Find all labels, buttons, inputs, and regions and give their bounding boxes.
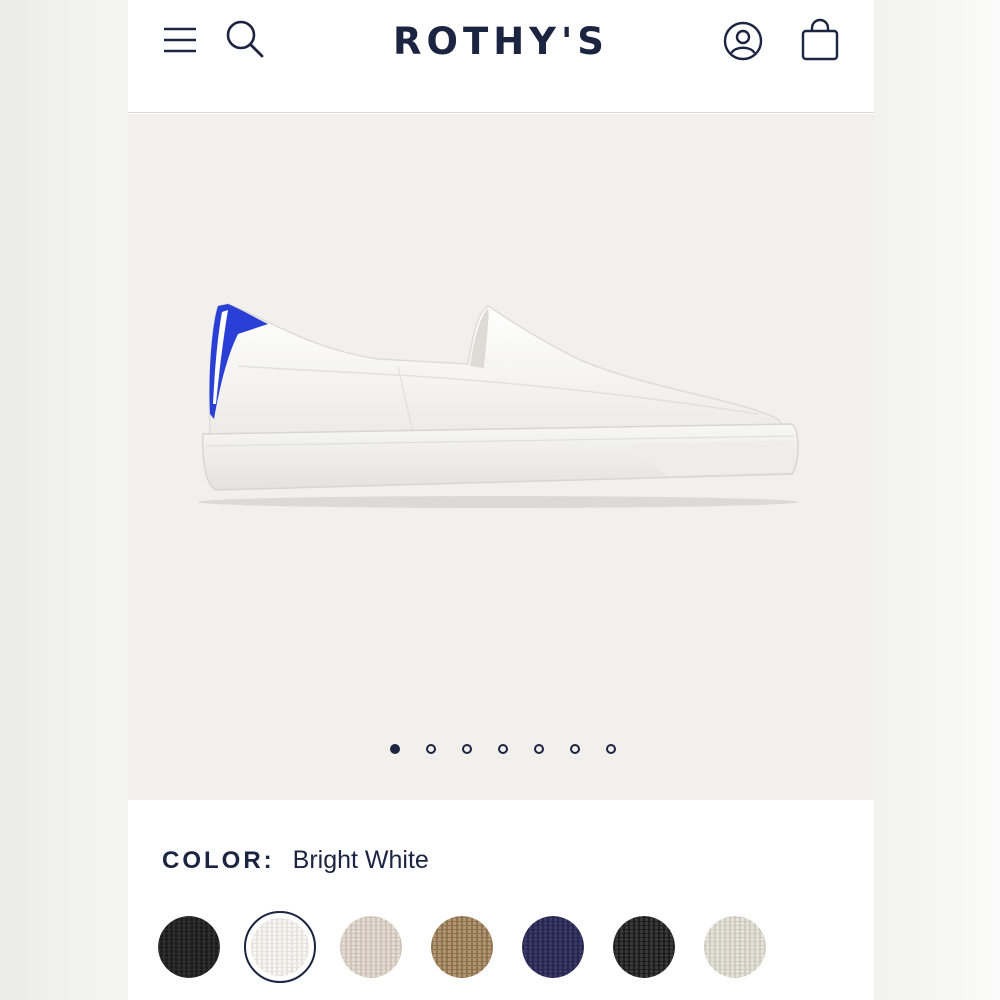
carousel-dot[interactable] <box>606 744 616 754</box>
color-label: COLOR: <box>162 847 275 874</box>
product-shoe-image <box>198 303 799 508</box>
color-swatch[interactable] <box>704 916 766 978</box>
background-right <box>874 0 1000 1000</box>
site-header: ROTHY'S <box>128 0 874 113</box>
product-image-carousel[interactable] <box>128 114 874 800</box>
color-swatch[interactable] <box>522 916 584 978</box>
color-swatch[interactable] <box>613 916 675 978</box>
color-swatch[interactable] <box>158 916 220 978</box>
shopping-bag-icon <box>801 18 839 61</box>
color-selection-row: COLOR: Bright White <box>162 846 429 875</box>
carousel-dots <box>128 744 874 758</box>
cart-button[interactable] <box>800 18 840 62</box>
carousel-dot[interactable] <box>534 744 544 754</box>
mobile-page: ROTHY'S COLOR: Bright White <box>128 0 874 1000</box>
carousel-dot[interactable] <box>570 744 580 754</box>
carousel-dot[interactable] <box>462 744 472 754</box>
carousel-dot[interactable] <box>390 744 400 754</box>
color-swatch[interactable] <box>431 916 493 978</box>
color-swatch[interactable] <box>340 916 402 978</box>
background-left <box>0 0 128 1000</box>
account-icon <box>723 21 763 61</box>
carousel-dot[interactable] <box>426 744 436 754</box>
color-value: Bright White <box>292 846 429 874</box>
color-swatches <box>158 911 858 983</box>
carousel-dot[interactable] <box>498 744 508 754</box>
account-button[interactable] <box>722 20 764 62</box>
color-swatch-selected[interactable] <box>244 911 316 983</box>
